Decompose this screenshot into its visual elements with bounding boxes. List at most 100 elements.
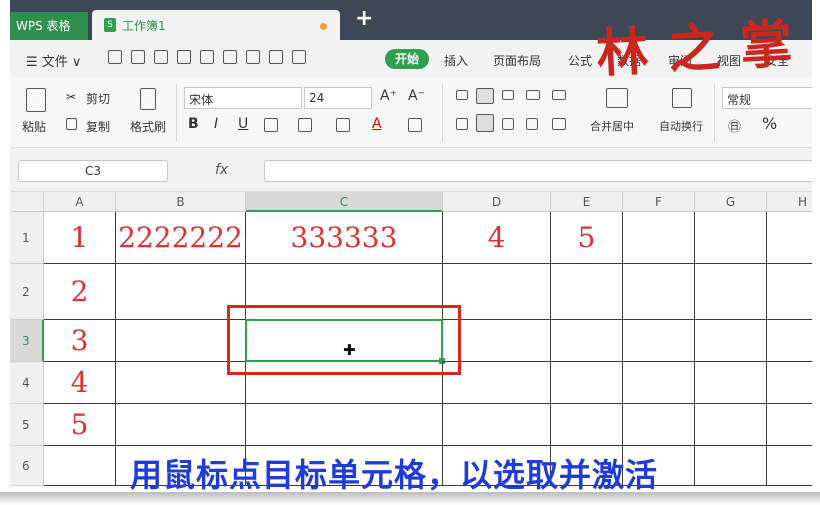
tab-start[interactable]: 开始 [385,49,429,69]
column-header-d[interactable]: D [443,192,551,212]
cell-f2[interactable] [623,264,695,320]
clear-format-icon[interactable] [408,118,422,132]
open-folder-icon[interactable] [131,50,145,64]
format-painter-button[interactable]: 格式刷 [130,118,166,135]
cell-g3[interactable] [695,320,767,362]
unsaved-dot-icon [320,23,327,30]
align-right-icon[interactable] [502,118,514,130]
file-menu[interactable]: ☰ 文件 ∨ [26,51,81,70]
shrink-font-button[interactable]: A⁻ [408,88,425,104]
row-header-2[interactable]: 2 [10,264,44,320]
cell-f5[interactable] [623,404,695,446]
copy-button[interactable]: 复制 [86,118,110,135]
italic-button[interactable]: I [214,116,218,132]
cell-g6[interactable] [695,446,767,486]
fill-color-icon[interactable] [336,118,350,132]
cell-c5[interactable] [246,404,443,446]
align-bottom-icon[interactable] [502,90,514,100]
row-header-1[interactable]: 1 [10,212,44,264]
font-name-select[interactable]: 宋体 [184,87,302,109]
underline-button[interactable]: U [238,116,248,132]
cell-b1[interactable]: 2222222 [116,212,246,264]
fx-icon[interactable]: fx [215,162,228,178]
undo-icon[interactable] [223,50,237,64]
wrap-text-button[interactable]: 自动换行 [659,118,703,134]
font-size-select[interactable]: 24 [304,87,372,109]
new-tab-button[interactable]: + [355,6,373,31]
cell-e4[interactable] [551,362,623,404]
copy-icon[interactable] [66,118,77,130]
decrease-indent-icon[interactable] [526,90,540,100]
row-header-5[interactable]: 5 [10,404,44,446]
paste-button[interactable]: 粘贴 [22,118,46,135]
cell-g2[interactable] [695,264,767,320]
cell-c1[interactable]: 333333 [246,212,443,264]
tab-formulas[interactable]: 公式 [568,52,592,69]
column-header-c[interactable]: C [246,192,443,212]
save-icon[interactable] [154,50,168,64]
font-color-icon[interactable]: A [372,116,382,132]
number-format-select[interactable]: 常规 [722,87,820,109]
align-top-icon[interactable] [456,90,468,100]
cell-d1[interactable]: 4 [443,212,551,264]
borders-icon[interactable] [264,118,278,132]
align-center-icon[interactable] [476,114,494,132]
tab-insert[interactable]: 插入 [444,52,468,69]
paste-icon[interactable] [26,88,46,112]
app-tab[interactable]: WPS 表格 [10,12,88,48]
cell-a6[interactable] [44,446,116,486]
cell-b5[interactable] [116,404,246,446]
percent-button[interactable]: % [762,114,777,133]
cell-e2[interactable] [551,264,623,320]
distribute-icon[interactable] [552,118,566,130]
grow-font-button[interactable]: A⁺ [380,88,397,104]
tab-page-layout[interactable]: 页面布局 [493,52,541,69]
cell-f1[interactable] [623,212,695,264]
pdf-icon[interactable] [269,50,283,64]
column-header-e[interactable]: E [551,192,623,212]
align-middle-icon[interactable] [476,88,494,104]
currency-icon[interactable]: ㊐ [728,116,741,135]
cell-g5[interactable] [695,404,767,446]
merge-center-icon[interactable] [606,88,628,108]
format-painter-icon[interactable] [140,88,156,110]
column-header-f[interactable]: F [623,192,695,212]
name-box[interactable]: C3 [18,160,168,182]
row-header-4[interactable]: 4 [10,362,44,404]
find-icon[interactable] [292,50,306,64]
column-header-b[interactable]: B [116,192,246,212]
cell-a3[interactable]: 3 [44,320,116,362]
column-header-g[interactable]: G [695,192,767,212]
redo-icon[interactable] [246,50,260,64]
new-file-icon[interactable] [108,50,122,64]
cell-a4[interactable]: 4 [44,362,116,404]
formula-input[interactable] [264,160,820,182]
cell-f4[interactable] [623,362,695,404]
row-header-6[interactable]: 6 [10,446,44,486]
cell-style-icon[interactable] [298,118,312,132]
cell-g4[interactable] [695,362,767,404]
select-all-corner[interactable] [10,192,44,212]
cell-f3[interactable] [623,320,695,362]
justify-icon[interactable] [526,118,538,130]
increase-indent-icon[interactable] [552,90,566,100]
cell-a2[interactable]: 2 [44,264,116,320]
cell-a1[interactable]: 1 [44,212,116,264]
align-left-icon[interactable] [456,118,468,130]
cell-e3[interactable] [551,320,623,362]
column-header-a[interactable]: A [44,192,116,212]
cell-g1[interactable] [695,212,767,264]
scissors-icon[interactable]: ✂ [66,90,76,104]
cell-a5[interactable]: 5 [44,404,116,446]
print-preview-icon[interactable] [200,50,214,64]
wrap-text-icon[interactable] [672,88,692,108]
print-icon[interactable] [177,50,191,64]
row-header-3[interactable]: 3 [10,320,44,362]
cell-d5[interactable] [443,404,551,446]
document-tab[interactable]: S 工作簿1 [92,10,340,40]
merge-center-button[interactable]: 合并居中 [590,118,634,134]
cell-e1[interactable]: 5 [551,212,623,264]
cut-button[interactable]: 剪切 [86,90,110,107]
bold-button[interactable]: B [188,116,199,132]
cell-e5[interactable] [551,404,623,446]
